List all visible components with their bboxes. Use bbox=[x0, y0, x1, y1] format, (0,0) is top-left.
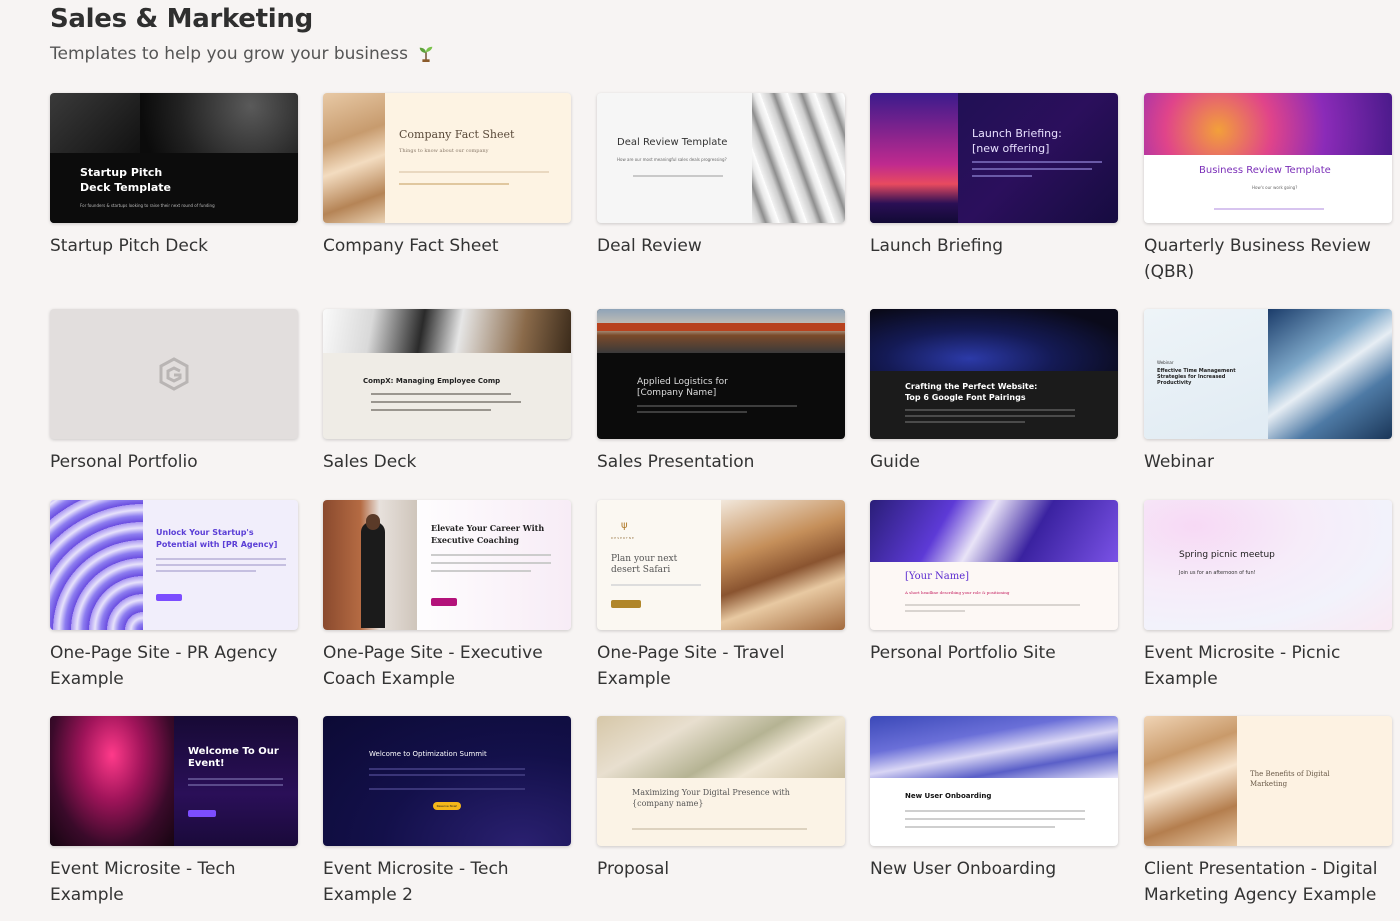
template-card-qbr[interactable]: Business Review Template How's our work … bbox=[1144, 93, 1392, 285]
template-name[interactable]: Event Microsite - Tech Example bbox=[50, 856, 298, 908]
template-name[interactable]: Event Microsite - Tech Example 2 bbox=[323, 856, 571, 908]
thumb-title: Crafting the Perfect Website: Top 6 Goog… bbox=[905, 382, 1038, 402]
template-name[interactable]: Event Microsite - Picnic Example bbox=[1144, 640, 1392, 692]
thumb-title: Plan your next desert Safari bbox=[611, 554, 678, 575]
thumb-title: CompX: Managing Employee Comp bbox=[363, 377, 501, 385]
template-thumbnail[interactable]: CompX: Managing Employee Comp bbox=[323, 309, 571, 439]
subtitle-text: Templates to help you grow your business bbox=[50, 44, 408, 64]
template-name[interactable]: Launch Briefing bbox=[870, 233, 1118, 259]
thumb-title: Unlock Your Startup's Potential with [PR… bbox=[156, 528, 278, 549]
thumb-title: Company Fact Sheet bbox=[399, 128, 515, 141]
thumb-cta-button bbox=[188, 810, 216, 817]
thumb-cta-button bbox=[431, 598, 457, 606]
template-name[interactable]: New User Onboarding bbox=[870, 856, 1118, 882]
template-name[interactable]: Sales Deck bbox=[323, 449, 571, 475]
thumb-cta-button bbox=[156, 594, 182, 601]
thumb-title: Deal Review Template bbox=[617, 137, 728, 148]
template-name[interactable]: One-Page Site - Executive Coach Example bbox=[323, 640, 571, 692]
template-card-picnic[interactable]: Spring picnic meetup Join us for an afte… bbox=[1144, 500, 1392, 692]
template-thumbnail[interactable]: Deal Review Template How are our most me… bbox=[597, 93, 845, 223]
template-thumbnail[interactable]: Startup Pitch Deck Template For founders… bbox=[50, 93, 298, 223]
template-thumbnail[interactable]: The Benefits of Digital Marketing bbox=[1144, 716, 1392, 846]
thumb-title: [Your Name] bbox=[905, 571, 970, 582]
template-name[interactable]: Client Presentation - Digital Marketing … bbox=[1144, 856, 1392, 908]
template-thumbnail[interactable]: Welcome To Our Event! bbox=[50, 716, 298, 846]
template-thumbnail[interactable]: Webinar Effective Time Management Strate… bbox=[1144, 309, 1392, 439]
thumb-title: The Benefits of Digital Marketing bbox=[1250, 770, 1330, 788]
template-name[interactable]: One-Page Site - PR Agency Example bbox=[50, 640, 298, 692]
thumb-kicker: DESERTNE bbox=[611, 536, 635, 540]
template-thumbnail[interactable]: Business Review Template How's our work … bbox=[1144, 93, 1392, 223]
template-name[interactable]: Deal Review bbox=[597, 233, 845, 259]
template-name[interactable]: Company Fact Sheet bbox=[323, 233, 571, 259]
template-name[interactable]: Proposal bbox=[597, 856, 845, 882]
sprout-icon bbox=[420, 46, 433, 62]
template-name[interactable]: Sales Presentation bbox=[597, 449, 845, 475]
template-card-personal-portfolio-site[interactable]: [Your Name] A short headline describing … bbox=[870, 500, 1118, 666]
template-name[interactable]: Personal Portfolio bbox=[50, 449, 298, 475]
template-thumbnail[interactable]: Welcome to Optimization Summit Reserve N… bbox=[323, 716, 571, 846]
template-thumbnail[interactable]: Applied Logistics for [Company Name] bbox=[597, 309, 845, 439]
thumb-title: Applied Logistics for [Company Name] bbox=[637, 377, 728, 398]
template-card-new-user-onboarding[interactable]: New User Onboarding New User Onboarding bbox=[870, 716, 1118, 882]
template-card-launch-briefing[interactable]: Launch Briefing: [new offering] Launch B… bbox=[870, 93, 1118, 259]
thumb-subtitle: How's our work going? bbox=[1252, 185, 1298, 190]
template-thumbnail[interactable]: [Your Name] A short headline describing … bbox=[870, 500, 1118, 630]
template-card-sales-presentation[interactable]: Applied Logistics for [Company Name] Sal… bbox=[597, 309, 845, 475]
gamma-logo-icon bbox=[159, 357, 189, 391]
template-card-webinar[interactable]: Webinar Effective Time Management Strate… bbox=[1144, 309, 1392, 475]
template-thumbnail[interactable]: Spring picnic meetup Join us for an afte… bbox=[1144, 500, 1392, 630]
template-card-client-presentation[interactable]: The Benefits of Digital Marketing Client… bbox=[1144, 716, 1392, 908]
template-name[interactable]: Personal Portfolio Site bbox=[870, 640, 1118, 666]
template-thumbnail[interactable]: ψ DESERTNE Plan your next desert Safari bbox=[597, 500, 845, 630]
thumb-title: Spring picnic meetup bbox=[1179, 550, 1275, 560]
thumb-title: Welcome to Optimization Summit bbox=[369, 750, 487, 758]
thumb-subtitle: Join us for an afternoon of fun! bbox=[1179, 570, 1256, 576]
thumb-title: Maximizing Your Digital Presence with {c… bbox=[632, 788, 790, 808]
template-card-executive-coach[interactable]: Elevate Your Career With Executive Coach… bbox=[323, 500, 571, 692]
thumb-subtitle: How are our most meaningful sales deals … bbox=[617, 157, 727, 162]
thumb-title: Effective Time Management Strategies for… bbox=[1157, 368, 1236, 386]
template-card-pr-agency[interactable]: Unlock Your Startup's Potential with [PR… bbox=[50, 500, 298, 692]
template-card-startup-pitch-deck[interactable]: Startup Pitch Deck Template For founders… bbox=[50, 93, 298, 259]
template-thumbnail[interactable] bbox=[50, 309, 298, 439]
thumb-subtitle: A short headline describing your role & … bbox=[905, 590, 1010, 595]
page-title: Sales & Marketing bbox=[50, 4, 313, 34]
thumb-title: Launch Briefing: [new offering] bbox=[972, 127, 1062, 155]
template-card-travel[interactable]: ψ DESERTNE Plan your next desert Safari … bbox=[597, 500, 845, 692]
template-card-deal-review[interactable]: Deal Review Template How are our most me… bbox=[597, 93, 845, 259]
cactus-logo-icon: ψ bbox=[621, 520, 628, 531]
template-name[interactable]: Guide bbox=[870, 449, 1118, 475]
template-card-company-fact-sheet[interactable]: Company Fact Sheet Things to know about … bbox=[323, 93, 571, 259]
thumb-subtitle: For founders & startups looking to raise… bbox=[80, 203, 215, 208]
page-subtitle: Templates to help you grow your business bbox=[50, 44, 435, 64]
template-name[interactable]: One-Page Site - Travel Example bbox=[597, 640, 845, 692]
thumb-title: Startup Pitch Deck Template bbox=[80, 166, 172, 194]
template-name[interactable]: Quarterly Business Review (QBR) bbox=[1144, 233, 1392, 285]
template-thumbnail[interactable]: Crafting the Perfect Website: Top 6 Goog… bbox=[870, 309, 1118, 439]
template-thumbnail[interactable]: Unlock Your Startup's Potential with [PR… bbox=[50, 500, 298, 630]
template-thumbnail[interactable]: New User Onboarding bbox=[870, 716, 1118, 846]
thumb-title: Elevate Your Career With Executive Coach… bbox=[431, 523, 545, 545]
thumb-title: Welcome To Our Event! bbox=[188, 746, 279, 769]
template-card-proposal[interactable]: Maximizing Your Digital Presence with {c… bbox=[597, 716, 845, 882]
template-card-guide[interactable]: Crafting the Perfect Website: Top 6 Goog… bbox=[870, 309, 1118, 475]
thumb-title: New User Onboarding bbox=[905, 792, 992, 800]
template-card-personal-portfolio[interactable]: Personal Portfolio bbox=[50, 309, 298, 475]
template-thumbnail[interactable]: Launch Briefing: [new offering] bbox=[870, 93, 1118, 223]
template-name[interactable]: Startup Pitch Deck bbox=[50, 233, 298, 259]
template-name[interactable]: Webinar bbox=[1144, 449, 1392, 475]
template-thumbnail[interactable]: Maximizing Your Digital Presence with {c… bbox=[597, 716, 845, 846]
template-card-sales-deck[interactable]: CompX: Managing Employee Comp Sales Deck bbox=[323, 309, 571, 475]
template-card-event-tech-2[interactable]: Welcome to Optimization Summit Reserve N… bbox=[323, 716, 571, 908]
template-thumbnail[interactable]: Elevate Your Career With Executive Coach… bbox=[323, 500, 571, 630]
thumb-cta-button: Reserve Now! bbox=[433, 802, 461, 810]
thumb-kicker: Webinar bbox=[1157, 360, 1174, 365]
thumb-title: Business Review Template bbox=[1199, 165, 1331, 176]
template-thumbnail[interactable]: Company Fact Sheet Things to know about … bbox=[323, 93, 571, 223]
thumb-cta-button bbox=[611, 600, 641, 608]
thumb-subtitle: Things to know about our company bbox=[399, 148, 489, 154]
template-card-event-tech[interactable]: Welcome To Our Event! Event Microsite - … bbox=[50, 716, 298, 908]
